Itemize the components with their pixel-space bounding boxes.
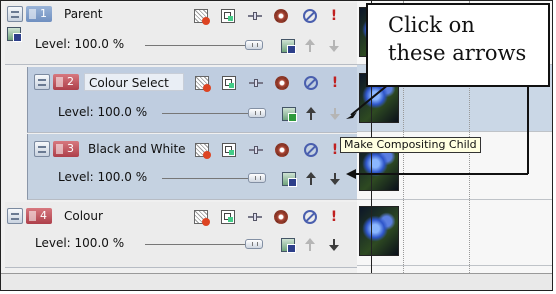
track-minimize-icon[interactable]	[34, 141, 50, 157]
level-slider-thumb[interactable]	[245, 40, 263, 50]
callout-line-2: these arrows	[388, 41, 527, 65]
generated-media-gear-icon[interactable]	[275, 76, 289, 90]
level-slider-thumb[interactable]	[248, 173, 266, 183]
tooltip-make-compositing-child: Make Compositing Child	[340, 137, 481, 153]
track-list-footer	[1, 273, 552, 290]
track-motion-icon[interactable]	[248, 210, 262, 224]
make-compositing-parent-arrow-icon[interactable]	[305, 172, 317, 186]
track-level-label: Level: 100.0 %	[35, 37, 125, 51]
mute-icon[interactable]	[304, 76, 318, 90]
mute-icon[interactable]	[303, 210, 317, 224]
track-number: 4	[26, 208, 52, 224]
mute-icon[interactable]	[303, 9, 317, 23]
track-fx-icon[interactable]	[194, 210, 210, 226]
solo-icon[interactable]: !	[327, 9, 341, 23]
compositing-mode-icon[interactable]	[282, 107, 297, 122]
track-header-colour[interactable]: 4 Colour ! Level: 100.0 %	[5, 202, 357, 268]
track-fx-icon[interactable]	[194, 9, 210, 25]
track-number: 1	[26, 6, 52, 22]
instruction-callout: Click on these arrows	[366, 3, 550, 87]
track-motion-icon[interactable]	[249, 143, 263, 157]
make-compositing-child-arrow-icon[interactable]	[329, 107, 341, 121]
track-name-field[interactable]: Parent	[60, 5, 142, 23]
mute-icon[interactable]	[304, 143, 318, 157]
track-name-field[interactable]: Colour Select	[84, 73, 184, 91]
make-compositing-child-arrow-icon[interactable]	[328, 39, 340, 53]
track-fx-icon[interactable]	[195, 76, 211, 92]
track-header-colour-select[interactable]: 2 Colour Select ! Level: 100.0 %	[27, 67, 357, 133]
parent-compositing-mode-icon[interactable]	[7, 27, 22, 42]
make-compositing-child-arrow-icon[interactable]	[329, 172, 341, 186]
track-level-label: Level: 100.0 %	[35, 236, 125, 250]
make-compositing-parent-arrow-icon[interactable]	[305, 107, 317, 121]
generated-media-gear-icon[interactable]	[274, 210, 288, 224]
solo-icon[interactable]: !	[328, 76, 342, 90]
track-level-label: Level: 100.0 %	[58, 105, 148, 119]
event-pan-crop-icon[interactable]	[222, 76, 236, 90]
level-slider-thumb[interactable]	[248, 108, 266, 118]
make-compositing-parent-arrow-icon[interactable]	[304, 238, 316, 252]
event-pan-crop-icon[interactable]	[221, 9, 235, 23]
event-pan-crop-icon[interactable]	[221, 210, 235, 224]
callout-line-1: Click on	[388, 13, 475, 37]
track-number-label: 3	[67, 142, 74, 155]
make-compositing-parent-arrow-icon[interactable]	[304, 39, 316, 53]
track-number-label: 1	[40, 7, 47, 20]
track-number-label: 4	[40, 209, 47, 222]
track-minimize-icon[interactable]	[34, 74, 50, 90]
track-fx-icon[interactable]	[195, 143, 211, 159]
track-name-field[interactable]: Colour	[60, 207, 142, 225]
track-list: 1 Parent ! Level: 100.0 % 2 Colour Selec…	[5, 3, 357, 273]
track-header-black-and-white[interactable]: 3 Black and White ! Level: 100.0 %	[27, 134, 357, 200]
track-level-label: Level: 100.0 %	[58, 170, 148, 184]
track-motion-icon[interactable]	[249, 76, 263, 90]
track-name-field[interactable]: Black and White	[84, 140, 192, 158]
track-number-label: 2	[67, 75, 74, 88]
solo-icon[interactable]: !	[327, 210, 341, 224]
compositing-mode-icon[interactable]	[281, 238, 296, 253]
track-number: 3	[53, 141, 79, 157]
track-minimize-icon[interactable]	[7, 208, 23, 224]
track-motion-icon[interactable]	[248, 9, 262, 23]
generated-media-gear-icon[interactable]	[275, 143, 289, 157]
track-header-parent[interactable]: 1 Parent ! Level: 100.0 %	[5, 3, 357, 65]
make-compositing-child-arrow-icon[interactable]	[328, 238, 340, 252]
event-pan-crop-icon[interactable]	[222, 143, 236, 157]
track-minimize-icon[interactable]	[7, 6, 23, 22]
level-slider-thumb[interactable]	[245, 239, 263, 249]
generated-media-gear-icon[interactable]	[274, 9, 288, 23]
compositing-mode-icon[interactable]	[281, 39, 296, 54]
video-event-thumbnail[interactable]	[359, 206, 399, 256]
track-number: 2	[53, 74, 79, 90]
compositing-mode-icon[interactable]	[282, 172, 297, 187]
